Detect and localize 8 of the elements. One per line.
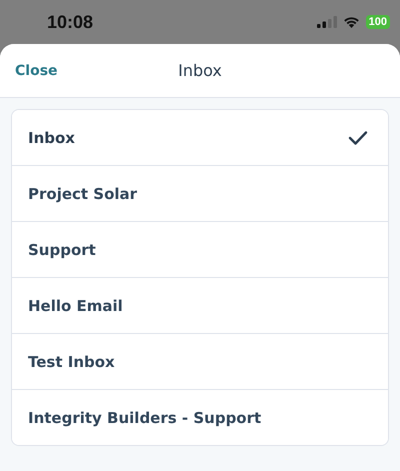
- inbox-option[interactable]: Integrity Builders - Support: [12, 389, 388, 445]
- wifi-icon: [342, 16, 360, 28]
- battery-level: 100: [366, 15, 390, 29]
- signal-icon: [316, 16, 337, 28]
- status-time: 10:08: [47, 12, 94, 32]
- checkmark-icon: [348, 130, 368, 146]
- close-button[interactable]: Close: [15, 62, 58, 78]
- sheet-title: Inbox: [178, 61, 222, 80]
